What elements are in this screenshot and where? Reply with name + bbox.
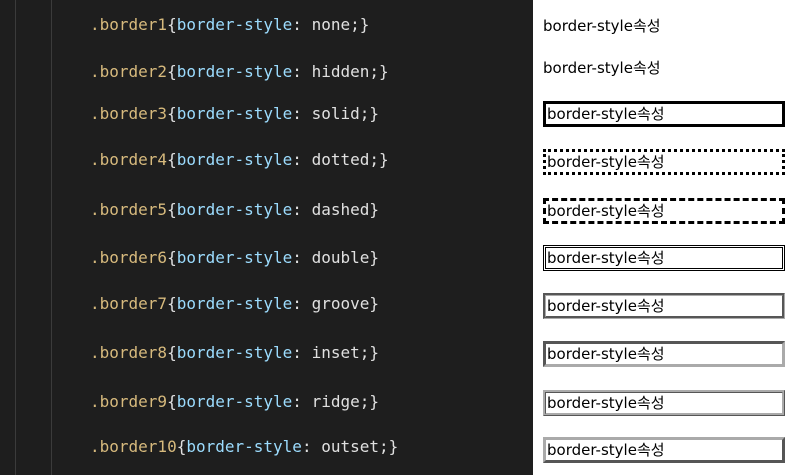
css-property: border-style: [176, 62, 293, 81]
border-solid-box: border-style속성: [543, 101, 785, 127]
border-inset-box: border-style속성: [543, 341, 785, 367]
border-dotted-box: border-style속성: [543, 149, 785, 175]
css-property: border-style: [186, 437, 302, 456]
css-selector: .border9: [90, 392, 168, 411]
border-double-box: border-style속성: [543, 245, 785, 271]
css-selector: .border8: [90, 343, 168, 362]
code-line-border7[interactable]: .border7{border-style: groove}: [90, 294, 379, 314]
css-property: border-style: [176, 15, 293, 34]
indent-guide: [51, 0, 52, 475]
css-selector: .border7: [90, 294, 168, 313]
css-value: hidden;: [301, 62, 379, 81]
code-editor[interactable]: .border1{border-style: none;} .border2{b…: [0, 0, 533, 475]
css-property: border-style: [176, 104, 293, 123]
code-line-border9[interactable]: .border9{border-style: ridge;}: [90, 392, 379, 412]
css-value: double: [301, 248, 370, 267]
css-value: outset;: [311, 437, 389, 456]
css-value: groove: [301, 294, 370, 313]
code-line-border4[interactable]: .border4{border-style: dotted;}: [90, 150, 389, 170]
css-value: solid;: [301, 104, 370, 123]
css-property: border-style: [176, 150, 293, 169]
code-line-border3[interactable]: .border3{border-style: solid;}: [90, 104, 379, 124]
indent-guide: [15, 0, 16, 475]
css-value: dotted;: [301, 150, 379, 169]
css-selector: .border4: [90, 150, 168, 169]
code-line-border6[interactable]: .border6{border-style: double}: [90, 248, 379, 268]
border-dashed-box: border-style속성: [543, 198, 785, 224]
browser-preview: border-style속성 border-style속성 border-sty…: [533, 0, 792, 475]
css-property: border-style: [176, 343, 293, 362]
css-value: inset;: [301, 343, 370, 362]
code-line-border8[interactable]: .border8{border-style: inset;}: [90, 343, 379, 363]
css-selector: .border3: [90, 104, 168, 123]
border-hidden-box: border-style속성: [543, 59, 661, 77]
css-value: dashed: [301, 200, 370, 219]
code-line-border1[interactable]: .border1{border-style: none;}: [90, 15, 369, 35]
css-property: border-style: [176, 248, 293, 267]
css-selector: .border10: [90, 437, 177, 456]
css-property: border-style: [176, 392, 293, 411]
css-selector: .border6: [90, 248, 168, 267]
code-line-border10[interactable]: .border10{border-style: outset;}: [90, 437, 398, 457]
border-groove-box: border-style속성: [543, 293, 785, 319]
css-value: none;: [301, 15, 360, 34]
css-selector: .border1: [90, 15, 168, 34]
border-ridge-box: border-style속성: [543, 390, 785, 416]
css-value: ridge;: [301, 392, 370, 411]
css-selector: .border5: [90, 200, 168, 219]
border-outset-box: border-style속성: [543, 437, 785, 463]
css-property: border-style: [176, 200, 293, 219]
css-property: border-style: [176, 294, 293, 313]
code-line-border5[interactable]: .border5{border-style: dashed}: [90, 200, 379, 220]
code-line-border2[interactable]: .border2{border-style: hidden;}: [90, 62, 389, 82]
border-none-box: border-style속성: [543, 17, 661, 35]
css-selector: .border2: [90, 62, 168, 81]
